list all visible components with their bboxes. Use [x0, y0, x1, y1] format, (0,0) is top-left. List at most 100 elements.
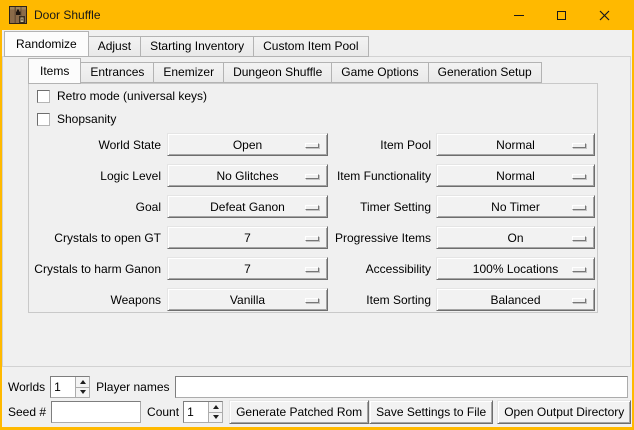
app-window: Door Shuffle Randomize Adjust Starting I… [0, 0, 634, 430]
secondary-tab-bar: Items Entrances Enemizer Dungeon Shuffle… [28, 58, 542, 83]
titlebar: Door Shuffle [0, 0, 634, 30]
dropdown-indicator-icon [572, 143, 586, 148]
tab-items[interactable]: Items [28, 58, 81, 84]
dropdown-indicator-icon [305, 143, 319, 148]
item-functionality-value: Normal [496, 169, 535, 183]
item-pool-dropdown[interactable]: Normal [436, 133, 595, 156]
tab-randomize[interactable]: Randomize [4, 31, 89, 57]
primary-tab-bar: Randomize Adjust Starting Inventory Cust… [4, 31, 369, 57]
crystals-ganon-value: 7 [244, 262, 251, 276]
goal-dropdown[interactable]: Defeat Ganon [167, 195, 328, 218]
count-spinbox[interactable] [183, 401, 223, 423]
dropdown-indicator-icon [572, 267, 586, 272]
accessibility-value: 100% Locations [473, 262, 558, 276]
count-input[interactable] [184, 402, 208, 422]
shopsanity-checkbox[interactable] [37, 113, 50, 126]
weapons-row: Weapons Vanilla [29, 288, 334, 311]
count-spin-arrows [208, 402, 222, 422]
close-button[interactable] [583, 0, 626, 30]
worlds-spin-down-button[interactable] [76, 388, 89, 398]
crystals-gt-dropdown[interactable]: 7 [167, 226, 328, 249]
crystals-ganon-row: Crystals to harm Ganon 7 [29, 257, 334, 280]
crystals-ganon-label: Crystals to harm Ganon [29, 262, 161, 276]
door-icon [9, 6, 27, 24]
weapons-value: Vanilla [230, 293, 265, 307]
logic-level-dropdown[interactable]: No Glitches [167, 164, 328, 187]
crystals-gt-row: Crystals to open GT 7 [29, 226, 334, 249]
count-spin-down-button[interactable] [209, 413, 222, 423]
goal-label: Goal [29, 200, 161, 214]
item-pool-value: Normal [496, 138, 535, 152]
item-functionality-label: Item Functionality [323, 169, 431, 183]
item-pool-row: Item Pool Normal [323, 133, 599, 156]
item-sorting-dropdown[interactable]: Balanced [436, 288, 595, 311]
tab-generation-setup[interactable]: Generation Setup [428, 62, 542, 83]
player-names-input[interactable] [175, 376, 629, 398]
item-sorting-value: Balanced [490, 293, 540, 307]
timer-setting-dropdown[interactable]: No Timer [436, 195, 595, 218]
dropdown-indicator-icon [572, 298, 586, 303]
worlds-input[interactable] [51, 377, 75, 397]
retro-mode-checkbox[interactable] [37, 90, 50, 103]
shopsanity-row: Shopsanity [37, 112, 116, 126]
worlds-spin-arrows [75, 377, 89, 397]
crystals-gt-label: Crystals to open GT [29, 231, 161, 245]
item-functionality-row: Item Functionality Normal [323, 164, 599, 187]
world-state-value: Open [233, 138, 262, 152]
open-output-button[interactable]: Open Output Directory [497, 400, 631, 424]
progressive-items-dropdown[interactable]: On [436, 226, 595, 249]
weapons-dropdown[interactable]: Vanilla [167, 288, 328, 311]
maximize-button[interactable] [540, 0, 583, 30]
save-settings-button[interactable]: Save Settings to File [369, 400, 493, 424]
accessibility-row: Accessibility 100% Locations [323, 257, 599, 280]
spin-down-icon [80, 390, 86, 394]
accessibility-dropdown[interactable]: 100% Locations [436, 257, 595, 280]
tab-custom-item-pool[interactable]: Custom Item Pool [253, 36, 368, 57]
worlds-spin-up-button[interactable] [76, 377, 89, 388]
item-sorting-row: Item Sorting Balanced [323, 288, 599, 311]
tab-adjust[interactable]: Adjust [88, 36, 141, 57]
dropdown-indicator-icon [572, 174, 586, 179]
spin-up-icon [80, 380, 86, 384]
retro-mode-row: Retro mode (universal keys) [37, 89, 207, 103]
window-content: Randomize Adjust Starting Inventory Cust… [2, 30, 632, 427]
crystals-ganon-dropdown[interactable]: 7 [167, 257, 328, 280]
player-names-label: Player names [96, 380, 169, 394]
weapons-label: Weapons [29, 293, 161, 307]
generate-rom-button[interactable]: Generate Patched Rom [229, 400, 369, 424]
dropdown-indicator-icon [305, 298, 319, 303]
tab-game-options[interactable]: Game Options [331, 62, 428, 83]
items-panel: Retro mode (universal keys) Shopsanity W… [28, 83, 598, 313]
goal-row: Goal Defeat Ganon [29, 195, 334, 218]
dropdown-indicator-icon [572, 205, 586, 210]
accessibility-label: Accessibility [323, 262, 431, 276]
spin-down-icon [213, 415, 219, 419]
timer-setting-row: Timer Setting No Timer [323, 195, 599, 218]
goal-value: Defeat Ganon [210, 200, 285, 214]
logic-level-label: Logic Level [29, 169, 161, 183]
minimize-button[interactable] [497, 0, 540, 30]
count-label: Count [147, 405, 179, 419]
seed-label: Seed # [8, 405, 46, 419]
footer-row-2: Seed # Count Generate Patched Rom Save S… [8, 400, 628, 424]
tab-entrances[interactable]: Entrances [80, 62, 154, 83]
world-state-dropdown[interactable]: Open [167, 133, 328, 156]
dropdown-indicator-icon [305, 205, 319, 210]
crystals-gt-value: 7 [244, 231, 251, 245]
seed-input[interactable] [51, 401, 141, 423]
window-title: Door Shuffle [34, 0, 101, 30]
item-functionality-dropdown[interactable]: Normal [436, 164, 595, 187]
timer-setting-value: No Timer [491, 200, 540, 214]
tab-dungeon-shuffle[interactable]: Dungeon Shuffle [223, 62, 332, 83]
tab-enemizer[interactable]: Enemizer [153, 62, 224, 83]
logic-level-row: Logic Level No Glitches [29, 164, 334, 187]
progressive-items-label: Progressive Items [323, 231, 431, 245]
worlds-label: Worlds [8, 380, 45, 394]
tab-starting-inventory[interactable]: Starting Inventory [140, 36, 254, 57]
spin-up-icon [213, 405, 219, 409]
count-spin-up-button[interactable] [209, 402, 222, 413]
dropdown-indicator-icon [305, 267, 319, 272]
item-pool-label: Item Pool [323, 138, 431, 152]
shopsanity-label: Shopsanity [57, 112, 116, 126]
worlds-spinbox[interactable] [50, 376, 90, 398]
